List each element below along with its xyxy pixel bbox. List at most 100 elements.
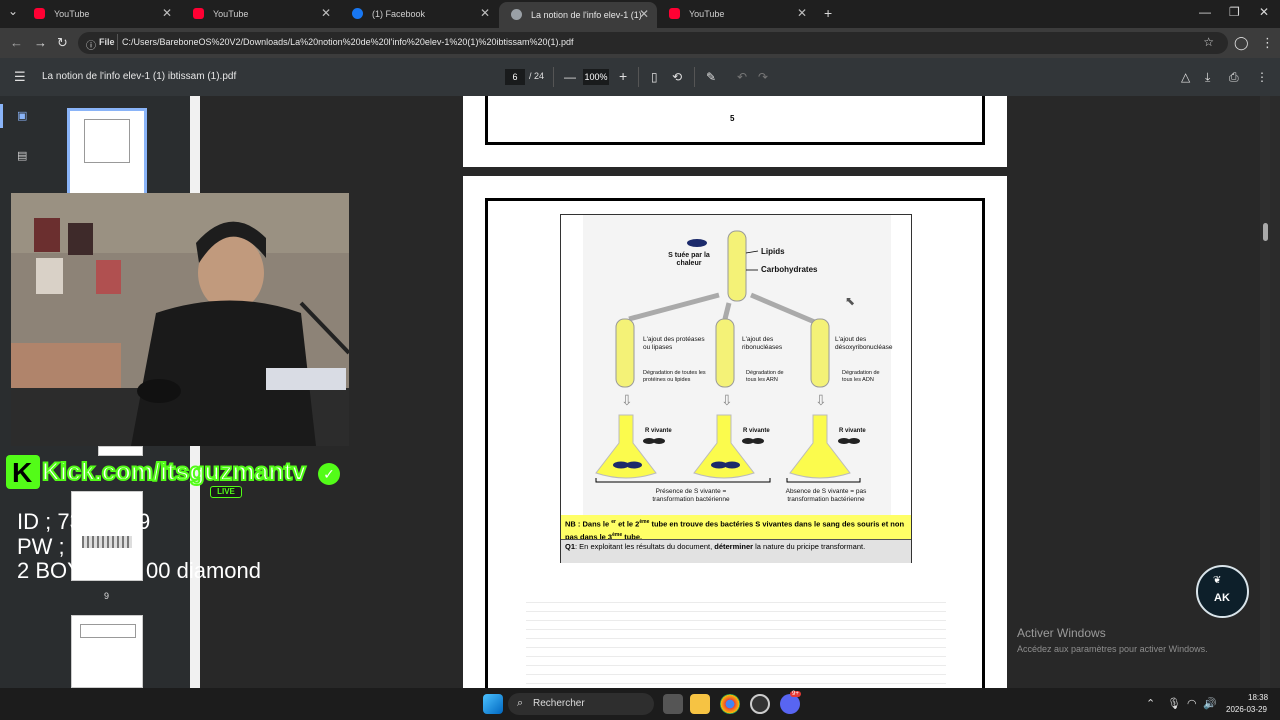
download-icon[interactable]: ⤓ bbox=[1205, 70, 1210, 85]
windows-taskbar: ⌕ Rechercher 9+ ⌃ 🎙 ◠ 🔊 18:38 2026-03-29 bbox=[0, 688, 1280, 720]
page-frame bbox=[485, 96, 985, 145]
clock-time[interactable]: 18:38 bbox=[1248, 693, 1268, 702]
info-icon[interactable]: ⓘ bbox=[86, 37, 96, 52]
tab-facebook[interactable]: (1) Facebook ✕ bbox=[340, 4, 498, 24]
thumb-figure bbox=[80, 624, 136, 638]
q1-label: Q1 bbox=[565, 542, 576, 551]
divider bbox=[553, 67, 554, 87]
window-close-icon[interactable]: ✕ bbox=[1259, 5, 1269, 19]
omnibox[interactable]: ⓘ File C:/Users/BareboneOS%20V2/Download… bbox=[78, 32, 1228, 54]
rotate-icon[interactable]: ⟲ bbox=[672, 70, 682, 84]
divider bbox=[638, 67, 639, 87]
task-view-icon[interactable] bbox=[663, 694, 683, 714]
nb-sup: ème bbox=[639, 519, 650, 525]
microphone-icon[interactable]: 🎙 bbox=[1167, 697, 1181, 710]
zoom-in-icon[interactable]: + bbox=[619, 68, 627, 84]
restore-icon[interactable]: ❐ bbox=[1229, 5, 1240, 19]
tab-search-chevron-icon[interactable]: ⌄ bbox=[8, 4, 18, 18]
overlay-pw-text: PW ; ( bbox=[17, 534, 79, 559]
pdf-title: La notion de l'info elev-1 (1) ibtissam … bbox=[42, 71, 237, 82]
tab-label: YouTube bbox=[689, 9, 725, 19]
nb-text: et le 2 bbox=[616, 519, 640, 529]
figure-label: R vivante bbox=[645, 428, 672, 434]
q1-bold: déterminer bbox=[714, 542, 754, 551]
sidebar-menu-icon[interactable]: ☰ bbox=[14, 69, 26, 85]
undo-icon[interactable]: ↶ bbox=[737, 70, 747, 84]
kick-logo-letter: K bbox=[12, 457, 33, 488]
minimize-icon[interactable]: — bbox=[1199, 5, 1211, 19]
redo-icon[interactable]: ↷ bbox=[758, 70, 768, 84]
search-icon: ⌕ bbox=[517, 697, 524, 709]
tray-chevron-icon[interactable]: ⌃ bbox=[1146, 697, 1155, 710]
scheme-label: File bbox=[99, 37, 115, 47]
divider bbox=[117, 34, 118, 50]
tab-label: YouTube bbox=[54, 9, 90, 19]
zoom-input[interactable]: 100% bbox=[583, 69, 609, 85]
clock-date[interactable]: 2026-03-29 bbox=[1226, 705, 1267, 714]
svg-text:⇩: ⇩ bbox=[721, 392, 733, 408]
live-text: LIVE bbox=[217, 487, 235, 496]
close-icon[interactable]: ✕ bbox=[797, 6, 807, 20]
webcam-overlay bbox=[11, 193, 349, 446]
page-thumbnail[interactable] bbox=[67, 108, 147, 198]
activation-title: Activer Windows bbox=[1017, 626, 1106, 640]
question-q1: Q1: En exploitant les résultats du docum… bbox=[561, 539, 911, 563]
figure-label: L'ajout des protéases ou lipases bbox=[643, 336, 705, 351]
figure-label: Absence de S vivante = pas transformatio… bbox=[785, 488, 867, 503]
chrome-icon[interactable] bbox=[720, 694, 740, 714]
tab-youtube-2[interactable]: YouTube ✕ bbox=[181, 4, 339, 24]
kick-banner: K Kick.com/itsguzmantv ✓ bbox=[6, 455, 346, 495]
youtube-icon bbox=[34, 8, 45, 19]
figure-label: Lipids bbox=[761, 247, 785, 256]
thumb-table bbox=[82, 536, 132, 548]
pdf-page: 5 bbox=[463, 96, 1007, 167]
steam-icon[interactable] bbox=[750, 694, 770, 714]
close-icon[interactable]: ✕ bbox=[639, 7, 649, 21]
document-scrollbar[interactable] bbox=[1260, 96, 1270, 688]
badge-text: AK bbox=[1214, 592, 1230, 604]
overlay-giveaway-suffix: 00 diamond bbox=[146, 558, 261, 583]
new-tab-icon[interactable]: + bbox=[824, 5, 832, 21]
close-icon[interactable]: ✕ bbox=[480, 6, 490, 20]
print-icon[interactable]: ⎙ bbox=[1229, 70, 1239, 85]
menu-kebab-icon[interactable]: ⋮ bbox=[1261, 35, 1274, 51]
thumbnails-icon[interactable]: ▣ bbox=[17, 109, 27, 122]
youtube-icon bbox=[669, 8, 680, 19]
overlay-giveaway-text: 2 BOY bbox=[17, 558, 82, 583]
figure-label: Dégradation de tous les ADN bbox=[842, 370, 880, 383]
file-explorer-icon[interactable] bbox=[690, 694, 710, 714]
active-indicator bbox=[0, 104, 3, 128]
more-options-icon[interactable]: ⋮ bbox=[1256, 70, 1268, 84]
outline-icon[interactable]: ▤ bbox=[17, 149, 27, 162]
forward-icon[interactable]: → bbox=[34, 35, 47, 50]
drive-save-icon[interactable]: △ bbox=[1181, 70, 1190, 84]
wifi-icon[interactable]: ◠ bbox=[1187, 697, 1197, 710]
back-icon[interactable]: ← bbox=[10, 35, 23, 50]
scroll-thumb[interactable] bbox=[1263, 223, 1268, 241]
tab-youtube-3[interactable]: YouTube ✕ bbox=[657, 4, 815, 24]
thumb-page-label: 9 bbox=[104, 591, 110, 601]
close-icon[interactable]: ✕ bbox=[321, 6, 331, 20]
figure-label: Dégradation de tous les ARN bbox=[746, 370, 784, 383]
tab-youtube-1[interactable]: YouTube ✕ bbox=[22, 4, 180, 24]
annotate-icon[interactable]: ✎ bbox=[706, 70, 716, 84]
globe-icon bbox=[511, 9, 522, 20]
tab-pdf[interactable]: La notion de l'info elev-1 (1) ib ✕ bbox=[499, 2, 657, 28]
fit-page-icon[interactable]: ▯ bbox=[651, 70, 658, 84]
discord-icon[interactable] bbox=[780, 694, 800, 714]
page-thumbnail[interactable] bbox=[71, 615, 143, 688]
reload-icon[interactable]: ↻ bbox=[57, 35, 68, 51]
bookmark-star-icon[interactable]: ☆ bbox=[1203, 35, 1214, 49]
zoom-out-icon[interactable]: — bbox=[564, 70, 576, 84]
figure-label: R vivante bbox=[839, 428, 866, 434]
svg-text:⇩: ⇩ bbox=[621, 392, 633, 408]
page-total: / 24 bbox=[529, 71, 545, 81]
volume-icon[interactable]: 🔊 bbox=[1203, 697, 1217, 710]
address-bar: ← → ↻ ⓘ File C:/Users/BareboneOS%20V2/Do… bbox=[0, 28, 1280, 58]
taskbar-search[interactable]: ⌕ Rechercher bbox=[508, 693, 654, 715]
close-icon[interactable]: ✕ bbox=[162, 6, 172, 20]
windows-start-icon[interactable] bbox=[483, 694, 503, 714]
url-text: C:/Users/BareboneOS%20V2/Downloads/La%20… bbox=[122, 37, 574, 47]
profile-icon[interactable]: ◯ bbox=[1234, 35, 1249, 51]
page-number-input[interactable]: 6 bbox=[505, 69, 525, 85]
